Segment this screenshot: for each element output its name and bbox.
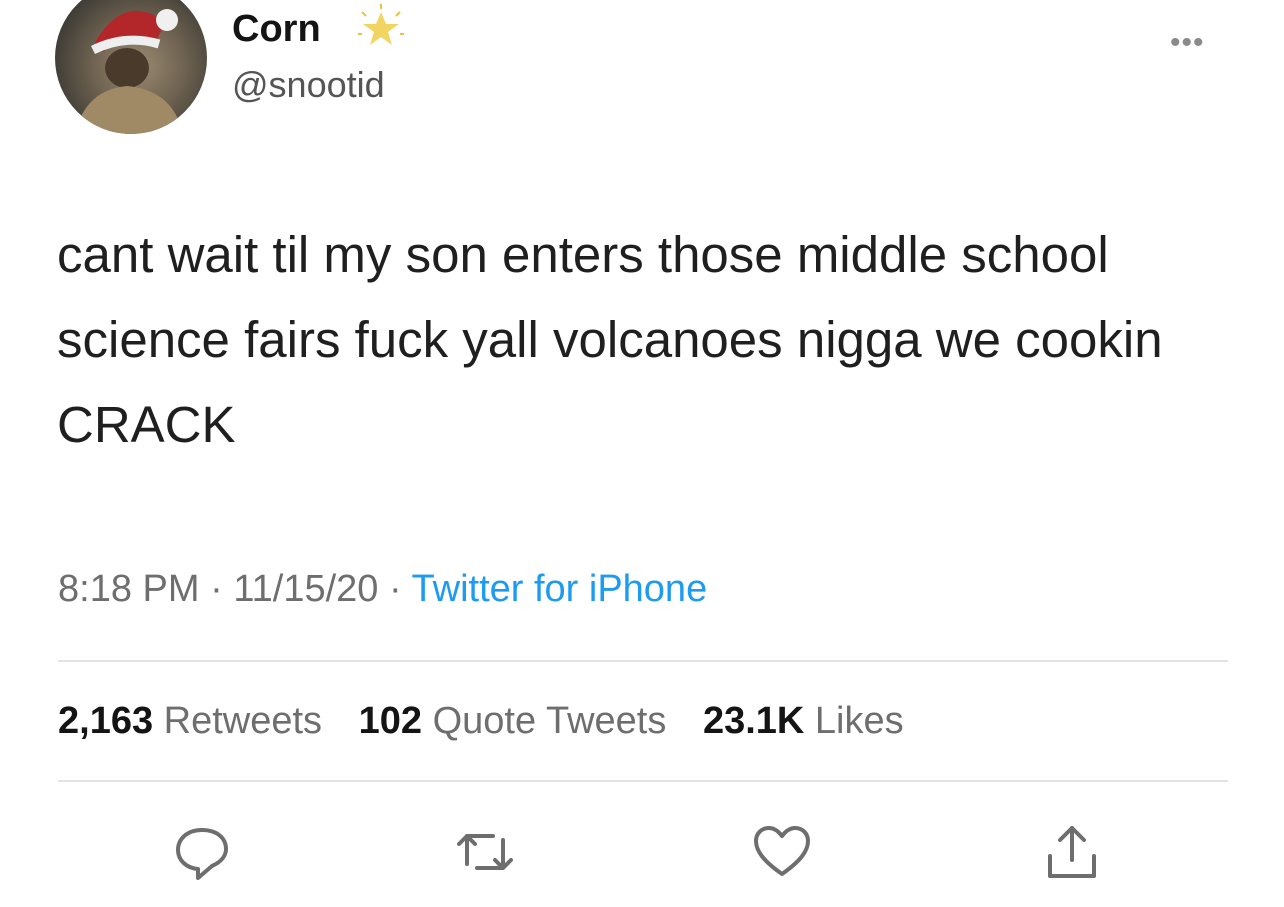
quote-tweets-stat[interactable]: 102 Quote Tweets (359, 700, 667, 742)
tweet-stats: 2,163 Retweets 102 Quote Tweets 23.1K Li… (58, 700, 930, 743)
retweet-icon (457, 834, 513, 870)
retweets-count: 2,163 (58, 700, 154, 742)
avatar-image (75, 9, 183, 134)
share-button[interactable] (1040, 820, 1104, 884)
heart-icon (754, 826, 810, 876)
reply-icon (176, 828, 228, 880)
quote-count: 102 (358, 700, 423, 742)
star-icon (358, 4, 404, 45)
retweets-stat[interactable]: 2,163 Retweets (58, 700, 322, 742)
reply-button[interactable] (170, 820, 234, 884)
meta-separator: · (388, 568, 402, 610)
tweet-text: cant wait til my son enters those middle… (57, 226, 1163, 453)
share-icon (1048, 826, 1096, 878)
like-button[interactable] (750, 820, 814, 884)
likes-stat[interactable]: 23.1K Likes (703, 700, 904, 742)
quote-label: Quote Tweets (432, 700, 667, 742)
avatar[interactable] (55, 0, 207, 134)
likes-label: Likes (814, 700, 904, 742)
tweet-time: 8:18 PM (58, 568, 200, 610)
handle[interactable]: @snootid (232, 64, 385, 106)
display-name[interactable]: Corn (232, 8, 321, 51)
retweets-label: Retweets (163, 700, 323, 742)
divider (58, 780, 1228, 782)
likes-count: 23.1K (702, 700, 805, 742)
more-icon[interactable]: ••• (1170, 26, 1205, 60)
tweet-source-link[interactable]: Twitter for iPhone (412, 568, 708, 610)
divider (58, 660, 1228, 662)
retweet-button[interactable] (453, 820, 517, 884)
tweet-date: 11/15/20 (233, 568, 379, 610)
meta-separator: · (210, 568, 223, 610)
tweet-meta: 8:18 PM · 11/15/20 · Twitter for iPhone (58, 568, 707, 611)
